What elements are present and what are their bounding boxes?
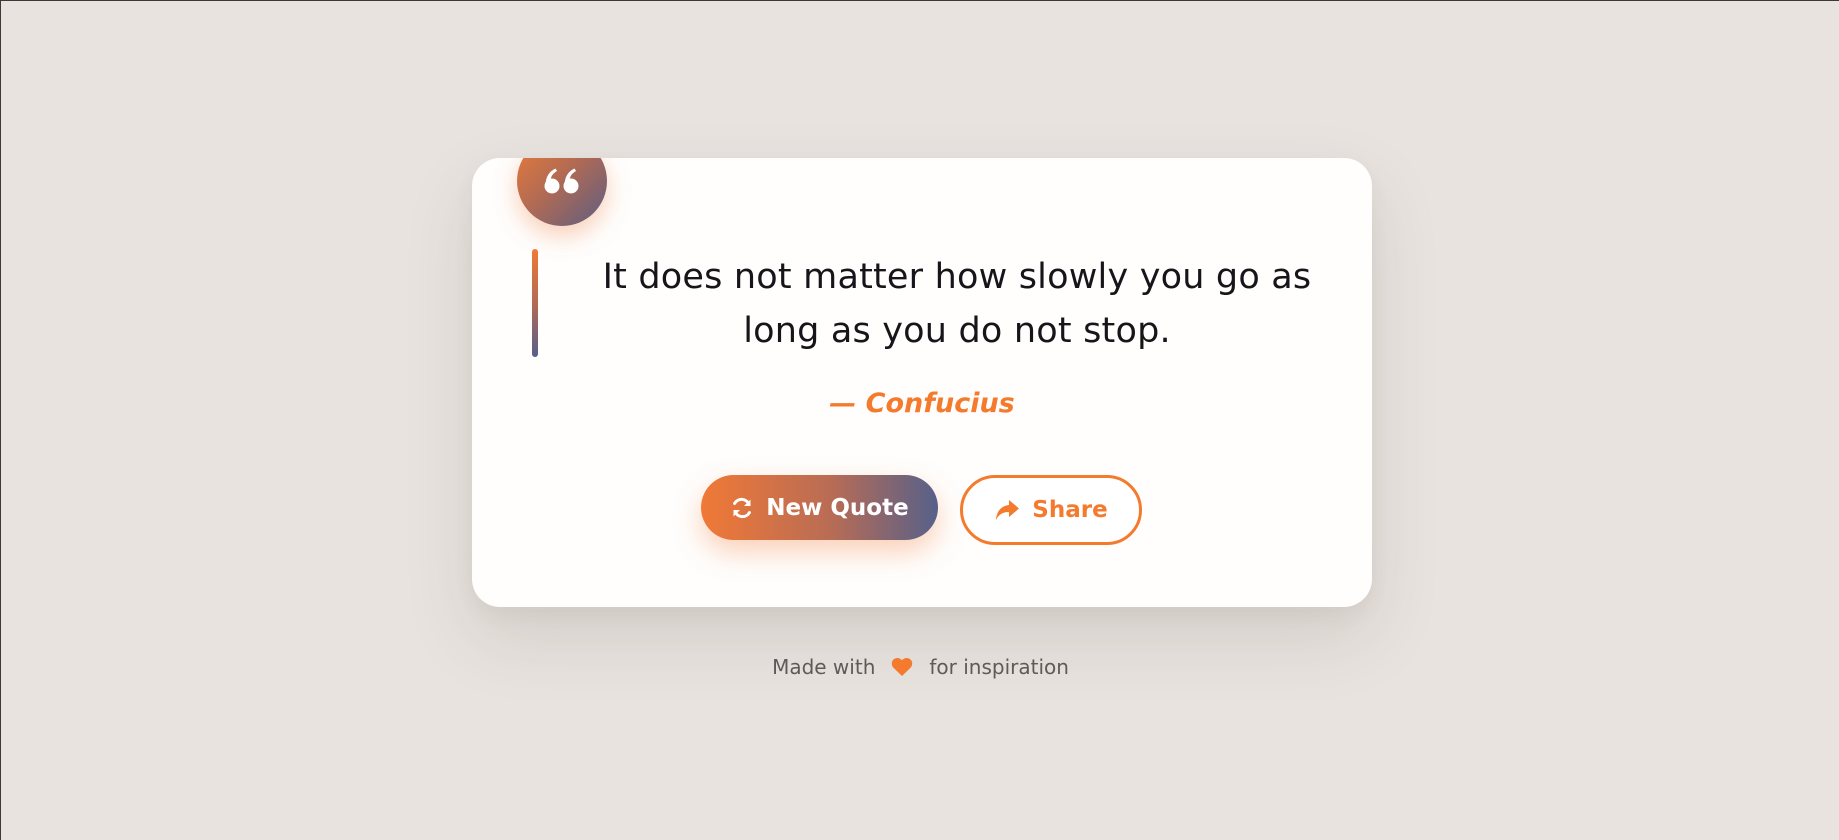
footer-suffix: for inspiration xyxy=(929,655,1069,679)
quote-accent-bar xyxy=(532,249,538,357)
new-quote-button[interactable]: New Quote xyxy=(701,475,938,540)
share-arrow-icon xyxy=(994,499,1020,521)
new-quote-label: New Quote xyxy=(766,494,909,521)
quote-text: It does not matter how slowly you go as … xyxy=(602,257,1312,351)
footer: Made with for inspiration xyxy=(1,655,1839,679)
quote-left-icon xyxy=(544,167,580,195)
heart-icon xyxy=(891,657,913,677)
share-button[interactable]: Share xyxy=(960,475,1142,545)
refresh-icon xyxy=(730,496,754,520)
quote-badge xyxy=(517,158,607,226)
quote-author: — Confucius xyxy=(829,388,1015,419)
quote-card: It does not matter how slowly you go as … xyxy=(472,158,1372,607)
footer-prefix: Made with xyxy=(772,655,876,679)
share-label: Share xyxy=(1032,497,1108,523)
badge-clip xyxy=(472,158,1372,607)
